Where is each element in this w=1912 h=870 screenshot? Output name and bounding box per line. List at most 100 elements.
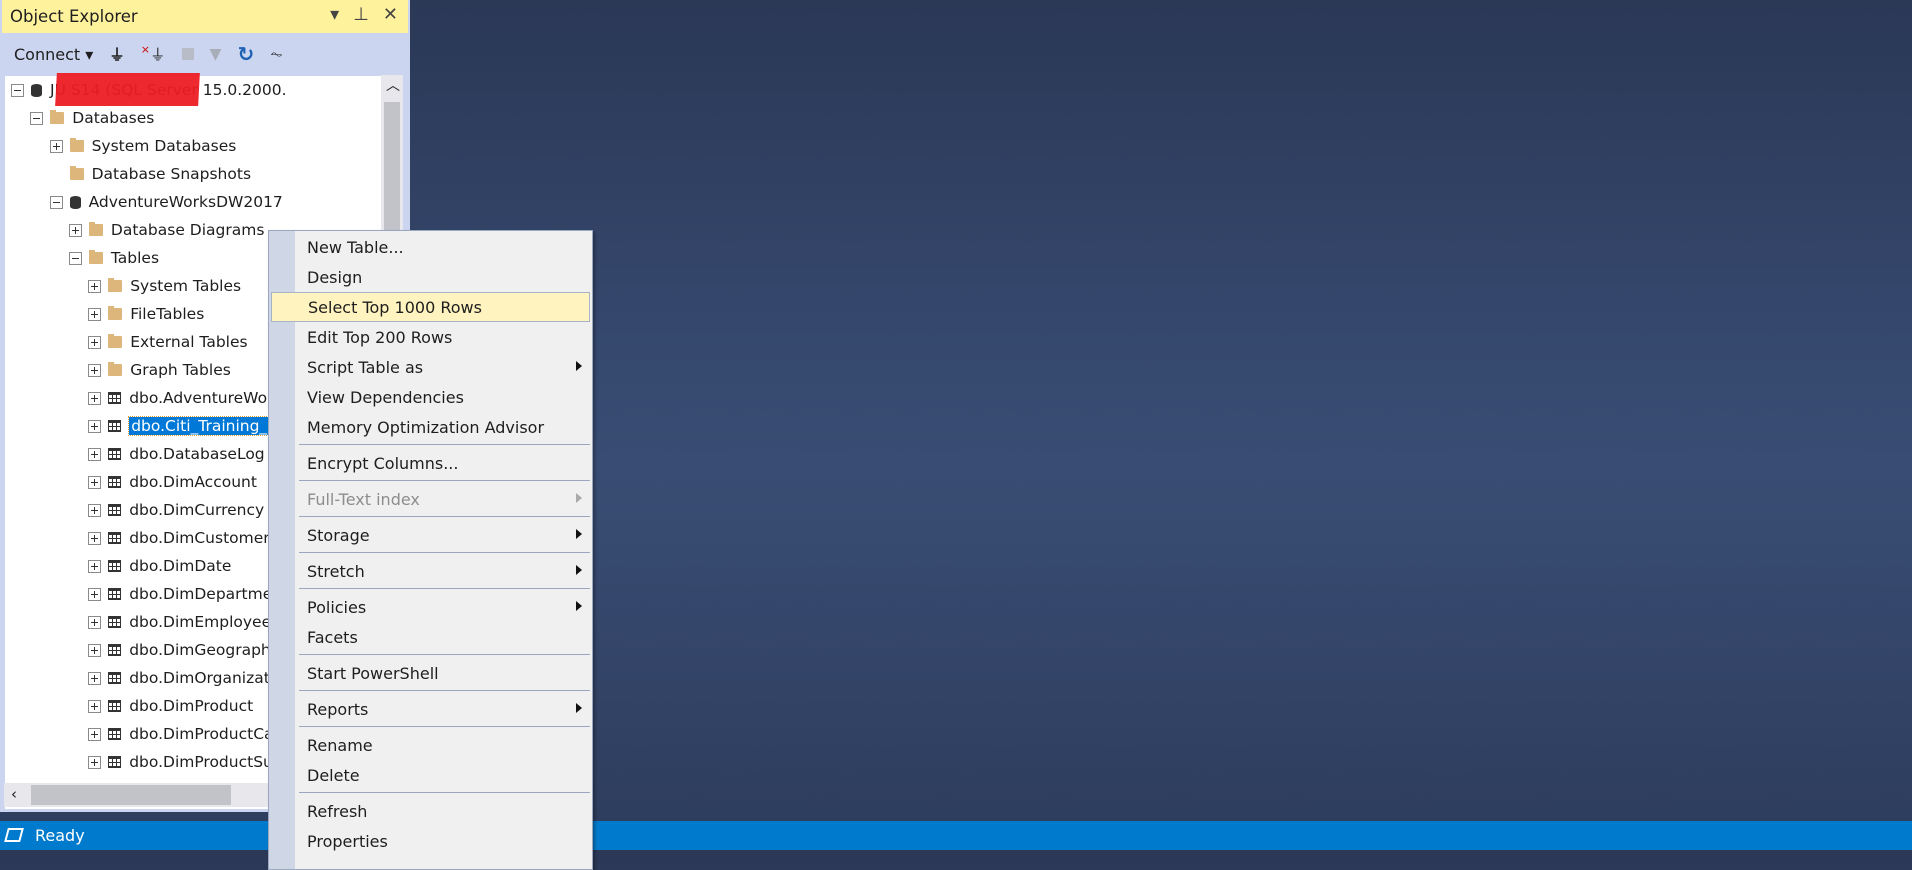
expand-icon[interactable] — [88, 671, 102, 685]
menu-item-design[interactable]: Design — [271, 262, 590, 292]
window-position-dropdown-icon[interactable]: ▾ — [330, 4, 339, 25]
menu-item-start-powershell[interactable]: Start PowerShell — [271, 658, 590, 688]
menu-item-label: Select Top 1000 Rows — [308, 297, 482, 317]
tree-node[interactable]: dbo.DimOrganization — [88, 664, 293, 692]
menu-item-new-table[interactable]: New Table... — [271, 232, 590, 262]
menu-item-facets[interactable]: Facets — [271, 622, 590, 652]
refresh-icon[interactable]: ↻ — [237, 42, 254, 66]
menu-item-edit-top-200-rows[interactable]: Edit Top 200 Rows — [271, 322, 590, 352]
table-icon — [108, 504, 122, 516]
expand-icon[interactable] — [88, 755, 102, 769]
collapse-icon[interactable] — [68, 251, 82, 265]
tree-node[interactable]: dbo.DimGeography — [88, 636, 280, 664]
connect-plug-icon[interactable]: ⏚ — [109, 43, 125, 65]
collapse-icon[interactable] — [11, 83, 24, 97]
table-icon — [108, 588, 122, 600]
collapse-icon[interactable] — [30, 111, 44, 125]
menu-item-refresh[interactable]: Refresh — [271, 796, 590, 826]
tree-node[interactable]: Graph Tables — [88, 356, 231, 384]
tree-node[interactable]: Database Snapshots — [50, 160, 251, 188]
activity-monitor-icon[interactable]: ⏦ — [270, 45, 283, 64]
menu-separator — [299, 480, 590, 481]
expand-icon[interactable] — [88, 559, 102, 573]
expand-icon[interactable] — [88, 475, 102, 489]
filter-icon[interactable]: ▼ — [210, 45, 222, 63]
tree-node-label: dbo.DimProduct — [129, 697, 254, 715]
menu-item-rename[interactable]: Rename — [271, 730, 590, 760]
tree-node[interactable]: dbo.DimAccount — [88, 468, 257, 496]
expand-icon[interactable] — [68, 223, 82, 237]
horizontal-scroll-thumb[interactable] — [31, 785, 231, 805]
tree-node-label: dbo.DatabaseLog — [129, 445, 265, 463]
tree-node[interactable]: Tables — [68, 244, 159, 272]
tree-node[interactable]: System Databases — [49, 132, 236, 160]
tree-node-label: dbo.DimCurrency — [129, 501, 265, 519]
pin-icon[interactable]: ⊥ — [353, 4, 369, 25]
tree-node[interactable]: dbo.DimCustomer — [88, 524, 270, 552]
expand-icon[interactable] — [88, 279, 102, 293]
menu-item-storage[interactable]: Storage — [271, 520, 590, 550]
menu-item-label: Full-Text index — [307, 489, 420, 509]
expand-icon[interactable] — [88, 335, 102, 349]
expand-icon[interactable] — [88, 587, 102, 601]
tree-node[interactable]: FileTables — [88, 300, 204, 328]
menu-separator — [299, 516, 590, 517]
tree-node[interactable]: dbo.DimDate — [88, 552, 231, 580]
expand-icon[interactable] — [88, 727, 102, 741]
menu-separator — [299, 588, 590, 589]
folder-icon — [108, 334, 123, 348]
tree-node-label: Database Diagrams — [110, 221, 265, 239]
menu-item-stretch[interactable]: Stretch — [271, 556, 590, 586]
tree-node-label: Graph Tables — [130, 361, 231, 379]
expand-icon[interactable] — [88, 699, 102, 713]
menu-item-memory-optimization-advisor[interactable]: Memory Optimization Advisor — [271, 412, 590, 442]
expand-icon[interactable] — [88, 615, 102, 629]
tree-node[interactable]: External Tables — [88, 328, 248, 356]
expand-icon[interactable] — [88, 531, 102, 545]
close-icon[interactable]: ✕ — [383, 4, 398, 25]
menu-item-properties[interactable]: Properties — [271, 826, 590, 856]
tree-node[interactable]: AdventureWorksDW2017 — [49, 188, 283, 216]
menu-item-select-top-1000-rows[interactable]: Select Top 1000 Rows — [271, 292, 590, 322]
connect-button[interactable]: Connect ▾ — [14, 45, 93, 64]
folder-icon — [88, 250, 103, 264]
menu-item-delete[interactable]: Delete — [271, 760, 590, 790]
tree-node[interactable]: dbo.DimEmployee — [88, 608, 271, 636]
table-icon — [108, 700, 122, 712]
expand-icon[interactable] — [88, 419, 102, 433]
submenu-arrow-icon — [576, 493, 582, 503]
menu-item-encrypt-columns[interactable]: Encrypt Columns... — [271, 448, 590, 478]
panel-title: Object Explorer — [10, 7, 138, 26]
menu-item-reports[interactable]: Reports — [271, 694, 590, 724]
menu-item-policies[interactable]: Policies — [271, 592, 590, 622]
context-menu: New Table... Design Select Top 1000 Rows Ed… — [268, 230, 593, 870]
expand-icon[interactable] — [88, 307, 102, 321]
tree-node[interactable]: Database Diagrams — [68, 216, 265, 244]
scroll-up-icon[interactable]: ︿ — [386, 75, 400, 95]
tree-node-label: External Tables — [130, 333, 248, 351]
disconnect-icon[interactable]: ×⏚ — [141, 43, 166, 65]
menu-separator — [299, 444, 590, 445]
scroll-left-icon[interactable]: ‹ — [11, 785, 17, 803]
expand-icon[interactable] — [88, 643, 102, 657]
collapse-icon[interactable] — [49, 195, 63, 209]
tree-node[interactable]: System Tables — [88, 272, 241, 300]
table-icon — [108, 392, 122, 404]
tree-node[interactable]: dbo.DatabaseLog — [88, 440, 265, 468]
table-icon — [108, 756, 122, 768]
expand-icon[interactable] — [88, 503, 102, 517]
menu-item-label: Policies — [307, 597, 367, 617]
expand-icon[interactable] — [88, 363, 102, 377]
menu-item-script-table-as[interactable]: Script Table as — [271, 352, 590, 382]
tree-node[interactable]: dbo.DimProduct — [88, 692, 253, 720]
stop-icon[interactable] — [181, 48, 194, 60]
expand-icon[interactable] — [49, 139, 63, 153]
expand-icon[interactable] — [88, 447, 102, 461]
tree-node[interactable]: Databases — [30, 104, 154, 132]
tree-node[interactable]: dbo.DimCurrency — [88, 496, 264, 524]
expand-icon[interactable] — [88, 391, 102, 405]
menu-item-view-dependencies[interactable]: View Dependencies — [271, 382, 590, 412]
table-icon — [108, 616, 122, 628]
tree-node-label: AdventureWorksDW2017 — [88, 193, 283, 211]
